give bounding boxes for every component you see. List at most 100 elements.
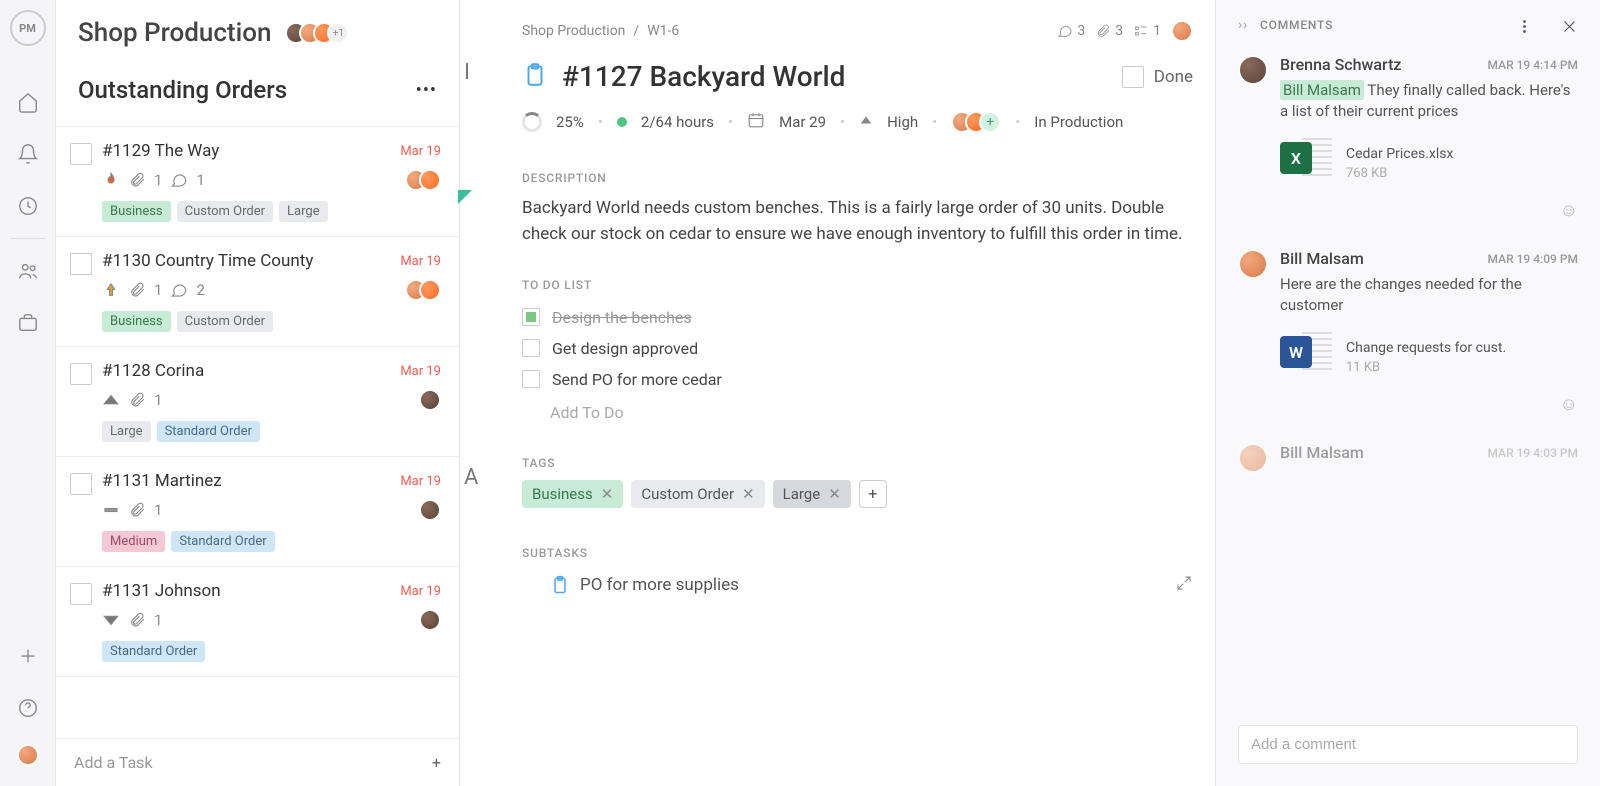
task-title: #1129 The Way [102,141,219,161]
priority-icon [102,501,120,519]
task-card[interactable]: #1129 The Way Mar 19 1 1 BusinessCustom … [56,126,459,237]
tag-label: Large [783,485,821,503]
comment-avatar[interactable] [1238,55,1268,85]
attachment[interactable]: W Change requests for cust.11 KB [1280,330,1578,384]
remove-tag-icon[interactable]: ✕ [828,485,841,503]
detail-tag[interactable]: Business✕ [522,480,623,508]
comment-item: Bill Malsam MAR 19 4:09 PM Here are the … [1238,249,1578,415]
tag[interactable]: Large [279,201,328,222]
tag[interactable]: Standard Order [171,531,274,552]
done-toggle[interactable]: Done [1122,66,1193,88]
briefcase-icon[interactable] [16,311,40,335]
add-todo-input[interactable]: Add To Do [550,395,1193,436]
breadcrumb[interactable]: Shop Production / W1-6 [522,23,679,39]
add-task-row[interactable]: Add a Task + [56,738,459,786]
assignee-avatars[interactable]: + [951,111,1001,133]
stat-subtasks[interactable]: 1 [1133,23,1161,39]
todo-checkbox[interactable] [522,308,540,326]
todo-item[interactable]: Send PO for more cedar [522,364,1193,395]
clock-icon[interactable] [16,194,40,218]
description-text[interactable]: Backyard World needs custom benches. Thi… [500,195,1215,258]
task-assignees[interactable] [405,169,441,191]
comment-item: Brenna Schwartz MAR 19 4:14 PM Bill Mals… [1238,55,1578,221]
home-icon[interactable] [16,90,40,114]
progress-icon[interactable] [522,112,542,132]
comment-item: Bill Malsam MAR 19 4:03 PM [1238,443,1578,473]
todo-item[interactable]: Get design approved [522,333,1193,364]
subtask-item[interactable]: PO for more supplies [500,570,1215,601]
remove-tag-icon[interactable]: ✕ [601,485,614,503]
more-icon[interactable]: ••• [416,80,437,101]
task-date: Mar 19 [400,584,441,599]
task-list-column: Shop Production +1 Outstanding Orders ••… [56,0,460,786]
tag[interactable]: Custom Order [177,201,273,222]
add-task-plus-icon[interactable]: + [432,753,441,772]
file-name: Change requests for cust. [1346,340,1506,356]
task-assignees[interactable] [405,279,441,301]
attachment[interactable]: X Cedar Prices.xlsx768 KB [1280,136,1578,190]
task-card[interactable]: #1131 Johnson Mar 19 1 Standard Order [56,567,459,677]
comment-avatar[interactable] [1238,249,1268,279]
app-logo[interactable]: PM [10,10,46,46]
task-assignees[interactable] [419,389,441,411]
todo-checkbox[interactable] [522,370,540,388]
task-card[interactable]: #1130 Country Time County Mar 19 1 2 Bus… [56,237,459,347]
comment-time: MAR 19 4:14 PM [1488,58,1578,72]
task-checkbox[interactable] [70,253,92,275]
expand-icon[interactable] [1175,574,1193,597]
column-title: Outstanding Orders [78,76,287,104]
react-icon[interactable]: ☺ [1280,200,1578,221]
comments-panel: ›› COMMENTS Brenna Schwartz MAR 19 4:14 … [1216,0,1600,786]
stat-comments[interactable]: 3 [1057,23,1085,39]
current-user-avatar[interactable] [17,744,39,766]
task-checkbox[interactable] [70,143,92,165]
remove-tag-icon[interactable]: ✕ [742,485,755,503]
tag[interactable]: Business [102,311,171,332]
mention[interactable]: Bill Malsam [1280,80,1364,100]
tag[interactable]: Standard Order [157,421,260,442]
status-dot [617,117,627,127]
detail-author-avatar[interactable] [1171,20,1193,42]
file-name: Cedar Prices.xlsx [1346,146,1453,162]
priority-icon[interactable] [859,113,873,131]
tag[interactable]: Medium [102,531,165,552]
detail-tag[interactable]: Large ✕ [773,480,851,508]
stat-attachments[interactable]: 3 [1095,23,1123,39]
task-checkbox[interactable] [70,473,92,495]
project-members[interactable]: +1 [285,22,349,44]
project-title: Shop Production [78,18,271,48]
task-assignees[interactable] [419,609,441,631]
tag[interactable]: Business [102,201,171,222]
priority-icon [102,391,120,409]
task-checkbox[interactable] [70,363,92,385]
detail-title: #1127 Backyard World [562,60,845,93]
chevron-right-icon[interactable]: ›› [1238,17,1248,33]
task-card[interactable]: #1131 Martinez Mar 19 1 MediumStandard O… [56,457,459,567]
plus-icon[interactable] [16,644,40,668]
task-date: Mar 19 [400,474,441,489]
task-card[interactable]: #1128 Corina Mar 19 1 LargeStandard Orde… [56,347,459,457]
todo-label: Send PO for more cedar [552,370,722,389]
todo-label: Design the benches [552,308,692,327]
file-size: 768 KB [1346,166,1453,181]
tag[interactable]: Custom Order [177,311,273,332]
tag[interactable]: Standard Order [102,641,205,662]
users-icon[interactable] [16,259,40,283]
calendar-icon[interactable] [747,111,765,133]
add-comment-input[interactable] [1238,725,1578,764]
add-tag-button[interactable]: + [859,480,887,508]
task-meta-row: 25% • 2/64 hours • Mar 29 • High • + • I… [500,111,1215,151]
detail-tag[interactable]: Custom Order✕ [631,480,764,508]
task-assignees[interactable] [419,499,441,521]
todo-item[interactable]: Design the benches [522,302,1193,333]
task-checkbox[interactable] [70,583,92,605]
todo-label: Get design approved [552,339,698,358]
react-icon[interactable]: ☺ [1280,394,1578,415]
nav-divider [10,238,46,239]
tag[interactable]: Large [102,421,151,442]
file-app-icon: W [1280,336,1312,368]
todo-checkbox[interactable] [522,339,540,357]
add-assignee-button[interactable]: + [979,111,1001,133]
help-icon[interactable] [16,696,40,720]
bell-icon[interactable] [16,142,40,166]
